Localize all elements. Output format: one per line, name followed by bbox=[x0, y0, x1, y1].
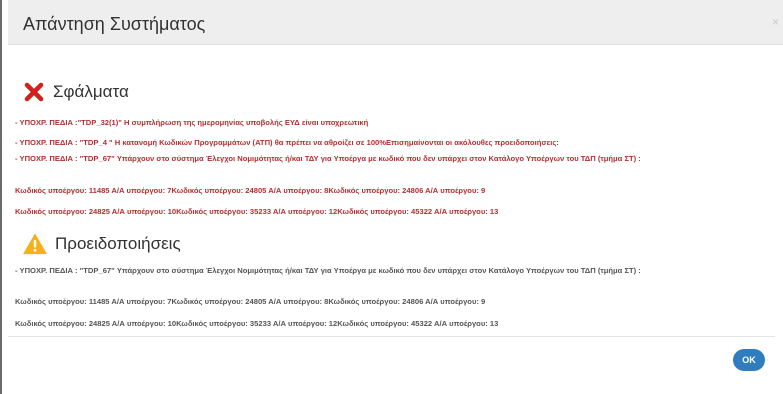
warnings-section-header: Προειδοποιήσεις bbox=[15, 232, 760, 256]
footer-divider bbox=[8, 336, 775, 337]
error-message: - ΥΠΟΧΡ. ΠΕΔΙΑ : "TDP_4 " Η κατανομή Κωδ… bbox=[15, 138, 559, 147]
error-x-icon bbox=[24, 82, 44, 102]
dialog-header: Απάντηση Συστήματος × bbox=[8, 0, 783, 45]
warnings-heading: Προειδοποιήσεις bbox=[55, 234, 181, 253]
error-message: - ΥΠΟΧΡ. ΠΕΔΙΑ : "TDP_67" Υπάρχουν στο σ… bbox=[15, 154, 641, 163]
system-response-dialog: Απάντηση Συστήματος × bbox=[8, 0, 783, 394]
error-message: Κωδικός υποέργου: 24825 Α/Α υποέργου: 10… bbox=[15, 207, 499, 216]
window-left-border bbox=[0, 0, 2, 394]
warning-message: Κωδικός υποέργου: 24825 Α/Α υποέργου: 10… bbox=[15, 319, 499, 328]
warning-triangle-icon bbox=[23, 233, 47, 255]
close-icon[interactable]: × bbox=[772, 16, 779, 28]
warning-message: Κωδικός υποέργου: 11485 Α/Α υποέργου: 7Κ… bbox=[15, 297, 486, 306]
error-message: - ΥΠΟΧΡ. ΠΕΔΙΑ :"TDP_32(1)" Η συμπλήρωση… bbox=[15, 118, 369, 127]
error-message: Κωδικός υποέργου: 11485 Α/Α υποέργου: 7Κ… bbox=[15, 186, 486, 195]
errors-heading: Σφάλματα bbox=[53, 82, 129, 101]
ok-button[interactable]: OK bbox=[733, 349, 765, 371]
warning-message: - ΥΠΟΧΡ. ΠΕΔΙΑ : "TDP_67" Υπάρχουν στο σ… bbox=[15, 266, 641, 275]
errors-section-header: Σφάλματα bbox=[15, 80, 760, 104]
dialog-title: Απάντηση Συστήματος bbox=[23, 14, 206, 34]
